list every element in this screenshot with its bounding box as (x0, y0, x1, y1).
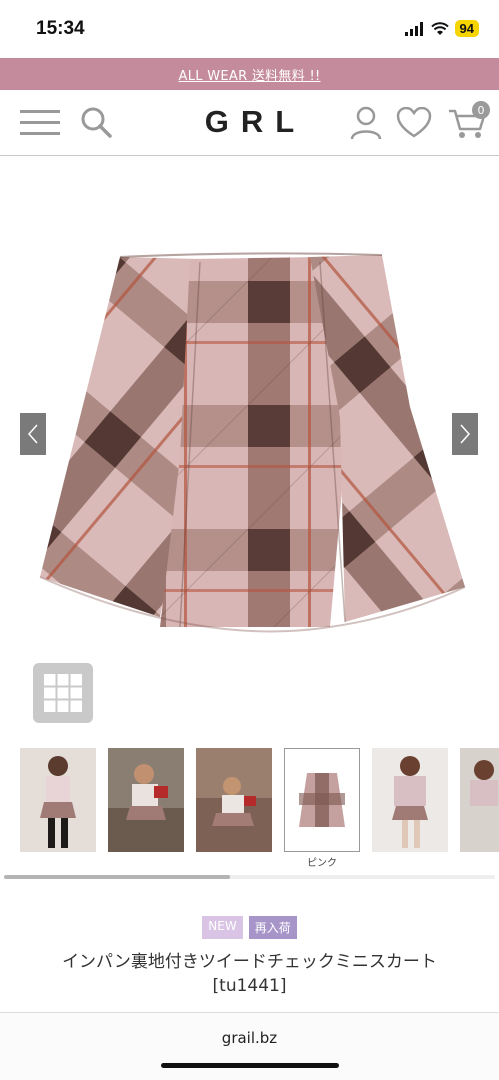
thumbnail-3[interactable] (196, 748, 272, 852)
product-code: [tu1441] (212, 976, 287, 996)
thumbnail-2[interactable] (108, 748, 184, 852)
url-text[interactable]: grail.bz (0, 1029, 499, 1047)
cart-count-badge: 0 (472, 101, 490, 119)
cart-icon[interactable]: 0 (442, 101, 492, 143)
thumbnail-scrollbar[interactable] (4, 875, 495, 879)
product-title-name: インパン裏地付きツイードチェックミニスカート (62, 952, 437, 972)
thumbnail-5[interactable] (372, 748, 448, 852)
thumbnail-4-selected[interactable] (284, 748, 360, 852)
chevron-left-icon (27, 424, 38, 444)
battery-indicator: 94 (454, 20, 479, 37)
thumbnail-strip[interactable]: ピンク (0, 748, 499, 873)
signal-icon (404, 21, 423, 36)
promo-link[interactable]: ALL WEAR 送料無料 !! (179, 65, 321, 84)
thumbnail-1[interactable] (20, 748, 96, 852)
grid-icon (44, 674, 82, 712)
product-title: インパン裏地付きツイードチェックミニスカート [tu1441] (20, 950, 479, 998)
product-badges: NEW 再入荷 (0, 916, 499, 939)
favorite-heart-icon[interactable] (392, 103, 436, 143)
browser-address-bar[interactable]: grail.bz (0, 1012, 499, 1080)
restock-badge: 再入荷 (248, 916, 297, 939)
account-icon[interactable] (344, 103, 388, 143)
carousel-next-button[interactable] (452, 413, 478, 455)
carousel-prev-button[interactable] (20, 413, 46, 455)
promo-banner[interactable]: ALL WEAR 送料無料 !! (0, 58, 499, 90)
site-header: GRL 0 (0, 90, 499, 156)
thumbnail-scrollbar-thumb[interactable] (4, 875, 230, 879)
grid-view-button[interactable] (33, 663, 93, 723)
new-badge: NEW (202, 916, 243, 939)
thumbnail-6[interactable] (460, 748, 499, 852)
status-time: 15:34 (36, 18, 85, 39)
wifi-icon (430, 21, 449, 35)
product-main-image[interactable] (0, 157, 499, 657)
status-icons: 94 (404, 20, 479, 37)
thumbnail-color-caption: ピンク (307, 858, 337, 869)
status-bar: 15:34 94 (0, 0, 499, 58)
home-indicator (161, 1063, 339, 1068)
chevron-right-icon (460, 424, 471, 444)
